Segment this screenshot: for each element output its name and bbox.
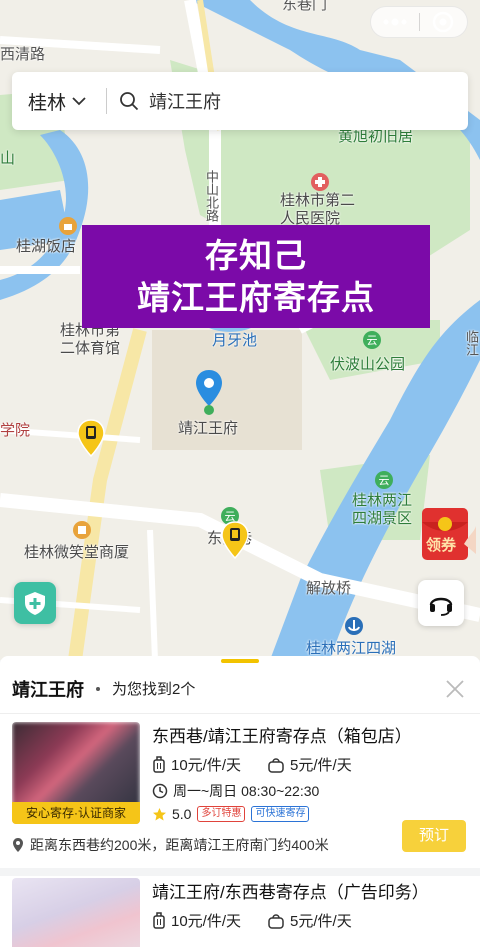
bag-icon xyxy=(267,756,285,774)
search-bar: 桂林 xyxy=(12,72,468,130)
results-keyword: 靖江王府 xyxy=(12,679,84,700)
rating: 5.0 xyxy=(172,806,192,822)
customer-service-button[interactable] xyxy=(418,580,464,626)
map-view[interactable]: 东巷门 西清路 黄旭初旧居 桂林市第二 人民医院 中山北路 桂湖饭店 桂林市第 … xyxy=(0,0,480,660)
map-label: 四湖景区 xyxy=(352,510,413,527)
opening-hours: 周一~周日 08:30~22:30 xyxy=(173,783,320,799)
map-label: 西清路 xyxy=(0,46,46,63)
map-label: 山 xyxy=(0,150,16,167)
price-bag: 5元/件/天 xyxy=(290,913,352,930)
city-label: 桂林 xyxy=(28,92,67,114)
pier-icon xyxy=(345,617,363,635)
shop-thumbnail xyxy=(12,878,140,947)
close-icon[interactable] xyxy=(444,678,466,700)
insurance-button[interactable] xyxy=(14,582,56,624)
map-label: 伏波山公园 xyxy=(330,356,406,373)
map-label: 二体育馆 xyxy=(60,340,121,357)
search-input[interactable] xyxy=(149,90,449,112)
map-label: 学院 xyxy=(0,422,31,439)
price-luggage: 10元/件/天 xyxy=(171,913,242,930)
shield-plus-icon xyxy=(25,592,45,615)
result-card[interactable]: 靖江王府/东西巷寄存点（广告印务） 10元/件/天 5元/件/天 xyxy=(0,876,480,947)
results-sheet[interactable]: 靖江王府 为您找到2个 安心寄存·认证商家 东西巷/靖江王府寄存点（箱包店） 1… xyxy=(0,656,480,947)
results-count: 为您找到2个 xyxy=(112,681,196,698)
more-dots-icon[interactable] xyxy=(371,7,419,37)
scenic-icon: 云 xyxy=(375,471,393,489)
map-label: 靖江王府 xyxy=(178,420,239,437)
storage-marker-icon[interactable] xyxy=(76,418,106,458)
price-luggage: 10元/件/天 xyxy=(171,757,242,774)
target-close-icon[interactable] xyxy=(420,7,468,37)
bag-icon xyxy=(267,912,285,930)
coupon-label: 领券 xyxy=(426,537,457,554)
city-selector[interactable]: 桂林 xyxy=(12,72,106,130)
luggage-icon xyxy=(152,755,166,774)
chevron-down-icon xyxy=(72,96,86,105)
results-header: 靖江王府 为您找到2个 xyxy=(0,664,480,714)
map-label: 解放桥 xyxy=(306,580,352,597)
promo-overlay-banner: 存知己 靖江王府寄存点 xyxy=(82,225,430,328)
storage-marker-icon[interactable] xyxy=(220,520,250,560)
result-title: 靖江王府/东西巷寄存点（广告印务） xyxy=(152,883,429,902)
map-label: 桂湖饭店 xyxy=(16,238,77,255)
map-label: 临江 xyxy=(464,330,479,356)
map-label: 黄旭初旧居 xyxy=(338,128,414,145)
map-label: 中山北路 xyxy=(204,170,219,222)
sheet-drag-handle[interactable] xyxy=(221,659,259,663)
result-title: 东西巷/靖江王府寄存点（箱包店） xyxy=(152,727,412,746)
location-icon xyxy=(12,837,24,853)
headset-icon xyxy=(429,597,453,616)
luggage-icon xyxy=(152,911,166,930)
clock-icon xyxy=(152,783,168,799)
map-label: 桂林两江 xyxy=(352,492,413,509)
banner-line-1: 存知己 xyxy=(205,236,307,274)
price-bag: 5元/件/天 xyxy=(290,757,352,774)
fast-storage-badge: 可快速寄存 xyxy=(251,806,310,822)
hotel-icon xyxy=(59,217,77,235)
hospital-icon xyxy=(311,173,329,191)
map-label: 东巷门 xyxy=(282,0,328,13)
map-label: 桂林市第二 xyxy=(280,192,356,209)
svg-text:云: 云 xyxy=(367,334,378,347)
coupon-button[interactable]: 领券 xyxy=(420,504,476,562)
discount-badge: 多订特惠 xyxy=(197,806,246,822)
card-divider xyxy=(0,868,480,876)
location-pin-icon[interactable] xyxy=(194,368,224,416)
scenic-icon: 云 xyxy=(363,331,381,349)
map-label: 月牙池 xyxy=(212,332,258,349)
map-label: 桂林微笑堂商厦 xyxy=(24,544,130,561)
star-icon xyxy=(152,807,167,822)
svg-text:云: 云 xyxy=(379,474,390,487)
book-button[interactable]: 预订 xyxy=(402,820,466,852)
distance-text: 距离东西巷约200米，距离靖江王府南门约400米 xyxy=(30,837,329,853)
miniprogram-capsule xyxy=(370,6,468,38)
mall-icon xyxy=(73,521,91,539)
banner-line-2: 靖江王府寄存点 xyxy=(137,278,375,316)
result-card[interactable]: 安心寄存·认证商家 东西巷/靖江王府寄存点（箱包店） 10元/件/天 5元/件/… xyxy=(0,714,480,868)
search-icon xyxy=(120,92,139,111)
shop-thumbnail: 安心寄存·认证商家 xyxy=(12,722,140,824)
certified-tag: 安心寄存·认证商家 xyxy=(12,802,140,824)
